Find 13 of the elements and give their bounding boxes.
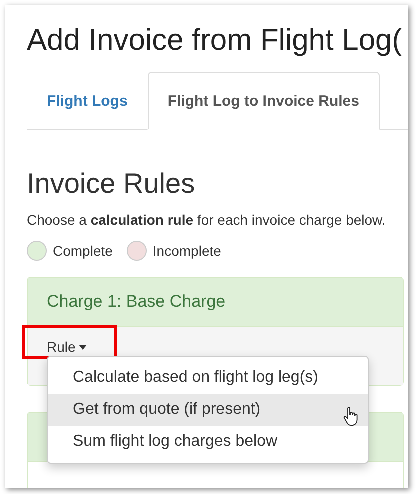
tab[interactable]: Flight Logs: [27, 72, 148, 130]
section-heading: Invoice Rules: [27, 168, 196, 200]
legend-label: Complete: [53, 243, 113, 259]
page-title: Add Invoice from Flight Log(: [27, 24, 404, 58]
hand-cursor-icon: [343, 407, 359, 427]
menu-item[interactable]: Get from quote (if present): [48, 394, 368, 426]
legend-label: Incomplete: [152, 243, 222, 259]
instructions-text: Choose a calculation rule for each invoice charge below.: [27, 212, 387, 228]
menu-item[interactable]: Calculate based on flight log leg(s): [48, 362, 368, 394]
charge-title: Charge 1: Base Charge: [47, 292, 226, 311]
caret-icon: [78, 344, 87, 350]
rule-dropdown[interactable]: Rule: [47, 339, 87, 355]
tab[interactable]: Flight Log to Invoice Rules: [148, 72, 380, 130]
